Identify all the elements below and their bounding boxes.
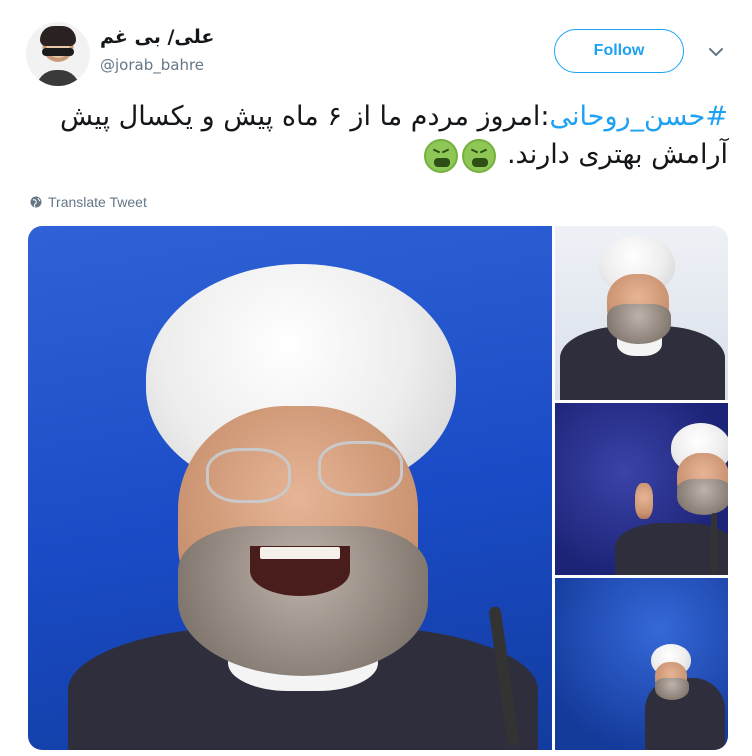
globe-icon: [30, 196, 42, 208]
media-grid: [28, 226, 728, 750]
tweet-text: #حسن_روحانی:امروز مردم ما از ۶ ماه پیش و…: [28, 98, 728, 174]
avatar-shirt: [36, 70, 80, 86]
avatar[interactable]: [26, 22, 90, 86]
display-name[interactable]: علی/ بی غم: [100, 26, 214, 48]
avatar-glasses: [42, 48, 74, 56]
user-handle[interactable]: @jorab_bahre: [100, 56, 204, 74]
nauseated-face-icon: [424, 138, 459, 173]
follow-button[interactable]: Follow: [554, 29, 684, 73]
translate-label: Translate Tweet: [48, 194, 147, 210]
photo-3[interactable]: [555, 403, 728, 575]
photo-2[interactable]: [555, 226, 728, 400]
avatar-hair: [40, 26, 76, 46]
hashtag-link[interactable]: #حسن_روحانی: [550, 101, 728, 132]
chevron-down-icon[interactable]: [708, 44, 724, 60]
tweet-header: علی/ بی غم @jorab_bahre Follow: [0, 0, 752, 90]
photo-4[interactable]: [555, 578, 728, 750]
nauseated-face-icon: [462, 138, 497, 173]
translate-tweet-link[interactable]: Translate Tweet: [30, 194, 147, 210]
photo-main[interactable]: [28, 226, 552, 750]
